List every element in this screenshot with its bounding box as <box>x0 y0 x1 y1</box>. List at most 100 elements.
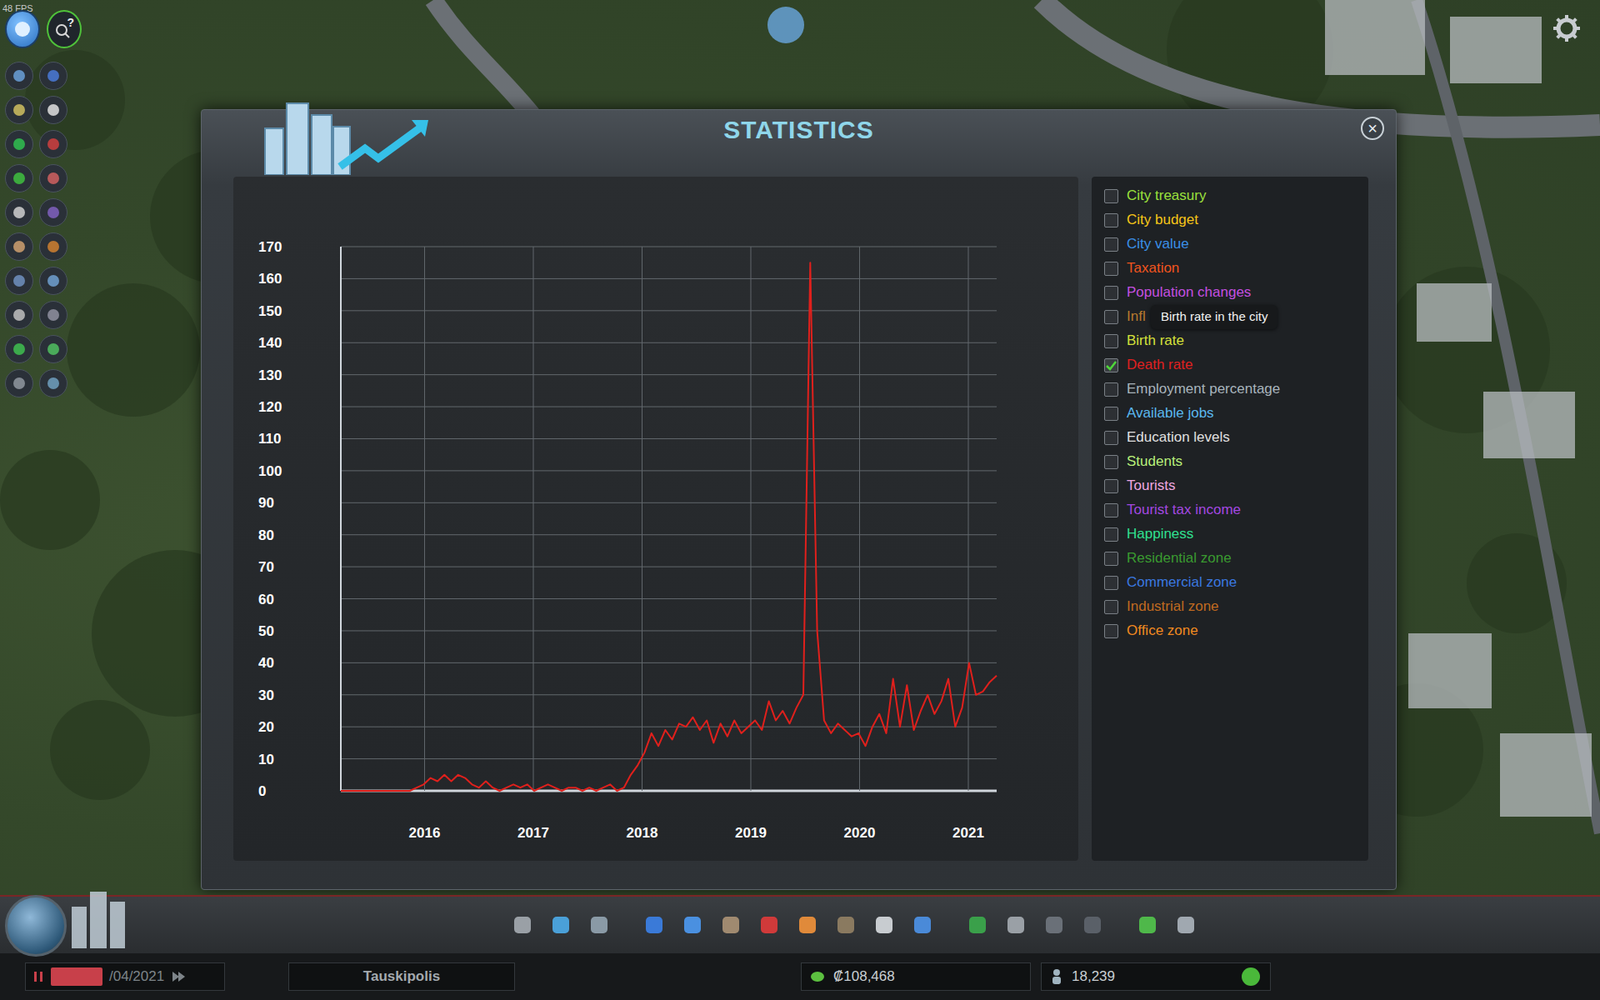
build-button[interactable] <box>756 912 782 938</box>
legend-item[interactable]: Employment percentage <box>1104 377 1362 402</box>
legend-checkbox[interactable] <box>1104 285 1119 300</box>
legend-checkbox[interactable] <box>1104 479 1119 494</box>
legend-checkbox[interactable] <box>1104 406 1119 421</box>
legend-label[interactable]: City value <box>1126 235 1190 253</box>
build-button[interactable] <box>641 912 667 938</box>
build-button[interactable] <box>718 912 744 938</box>
build-button[interactable] <box>910 912 935 938</box>
build-button[interactable] <box>871 912 897 938</box>
build-button[interactable] <box>510 912 535 938</box>
build-button[interactable] <box>1173 912 1199 938</box>
legend-checkbox[interactable] <box>1104 624 1119 639</box>
tool-button[interactable] <box>39 198 68 227</box>
tool-button[interactable] <box>39 130 68 159</box>
legend-label[interactable]: Education levels <box>1126 429 1230 446</box>
tool-button[interactable] <box>5 198 34 227</box>
tool-button[interactable] <box>39 369 68 398</box>
tool-button[interactable] <box>5 300 34 330</box>
legend-item[interactable]: Residential zone <box>1104 546 1362 571</box>
legend-checkbox[interactable] <box>1104 237 1119 252</box>
tool-button[interactable] <box>5 95 34 125</box>
legend-item[interactable]: Education levels <box>1104 425 1362 450</box>
tool-button[interactable] <box>5 61 34 90</box>
legend-checkbox[interactable] <box>1104 261 1119 276</box>
legend-checkbox[interactable] <box>1104 527 1119 542</box>
legend-item[interactable]: Office zone <box>1104 619 1362 644</box>
build-button[interactable] <box>586 912 612 938</box>
city-map[interactable]: 48 FPS?STATISTICS×1701601501401301201101… <box>0 0 1600 895</box>
legend-item[interactable]: Death rate <box>1104 353 1362 378</box>
legend-checkbox[interactable] <box>1104 600 1119 615</box>
chirper-globe-button[interactable] <box>5 895 67 957</box>
legend-checkbox[interactable] <box>1104 382 1119 397</box>
build-button[interactable] <box>1041 912 1067 938</box>
legend-item[interactable]: Available jobs <box>1104 401 1362 426</box>
legend-label[interactable]: Tourists <box>1126 477 1176 495</box>
legend-checkbox[interactable] <box>1104 575 1119 590</box>
legend-label[interactable]: Infl <box>1126 308 1146 325</box>
legend-label[interactable]: Tourist tax income <box>1126 501 1241 519</box>
speed-icon[interactable] <box>170 970 186 984</box>
legend-item[interactable]: Students <box>1104 450 1362 475</box>
legend-label[interactable]: Taxation <box>1126 260 1180 277</box>
tool-button[interactable] <box>5 335 34 364</box>
legend-checkbox[interactable] <box>1104 455 1119 470</box>
tool-button[interactable] <box>39 61 68 90</box>
tool-button[interactable] <box>39 335 68 364</box>
settings-button[interactable] <box>1551 13 1582 44</box>
build-button[interactable] <box>1003 912 1029 938</box>
legend-label[interactable]: Office zone <box>1126 622 1199 640</box>
city-name[interactable]: Tauskipolis <box>288 962 515 991</box>
info-view-button[interactable] <box>5 10 40 49</box>
close-button[interactable]: × <box>1360 116 1385 140</box>
legend-label[interactable]: City treasury <box>1126 187 1206 205</box>
legend-label[interactable]: Happiness <box>1126 525 1194 543</box>
legend-item[interactable]: City budget <box>1104 208 1362 233</box>
legend-item[interactable]: Birth rate <box>1104 329 1362 354</box>
legend-item[interactable]: City value <box>1104 232 1362 257</box>
legend-item[interactable]: Commercial zone <box>1104 570 1362 595</box>
pause-icon[interactable] <box>32 970 45 984</box>
legend-label[interactable]: Residential zone <box>1126 550 1232 567</box>
legend-item[interactable]: Tourist tax income <box>1104 498 1362 523</box>
tool-button[interactable] <box>5 232 34 261</box>
legend-label[interactable]: Commercial zone <box>1126 574 1237 591</box>
tool-button[interactable] <box>39 164 68 193</box>
legend-checkbox[interactable] <box>1104 551 1119 566</box>
build-button[interactable] <box>833 912 859 938</box>
tool-button[interactable] <box>5 266 34 295</box>
legend-checkbox[interactable] <box>1104 358 1119 373</box>
legend-item[interactable]: City treasury <box>1104 184 1362 209</box>
build-button[interactable] <box>680 912 705 938</box>
build-button[interactable] <box>965 912 990 938</box>
legend-checkbox[interactable] <box>1104 334 1119 349</box>
legend-checkbox[interactable] <box>1104 213 1119 228</box>
tool-button[interactable] <box>39 266 68 295</box>
legend-label[interactable]: Students <box>1126 453 1183 470</box>
legend-label[interactable]: Death rate <box>1126 356 1193 374</box>
legend-label[interactable]: Population changes <box>1126 284 1251 301</box>
build-button[interactable] <box>1080 912 1105 938</box>
legend-item[interactable]: Happiness <box>1104 522 1362 547</box>
tool-button[interactable] <box>5 130 34 159</box>
build-button[interactable] <box>1135 912 1160 938</box>
tool-button[interactable] <box>39 300 68 330</box>
legend-label[interactable]: Industrial zone <box>1126 598 1220 615</box>
legend-checkbox[interactable] <box>1104 430 1119 445</box>
legend-label[interactable]: Birth rate <box>1126 332 1185 350</box>
tool-button[interactable] <box>5 164 34 193</box>
tool-button[interactable] <box>5 369 34 398</box>
search-button[interactable]: ? <box>46 10 82 49</box>
legend-label[interactable]: City budget <box>1126 211 1199 229</box>
legend-label[interactable]: Employment percentage <box>1126 380 1280 398</box>
legend-checkbox[interactable] <box>1104 310 1119 325</box>
build-button[interactable] <box>548 912 574 938</box>
legend-item[interactable]: Tourists <box>1104 474 1362 499</box>
legend-item[interactable]: Population changes <box>1104 280 1362 305</box>
legend-item[interactable]: Taxation <box>1104 256 1362 281</box>
legend-checkbox[interactable] <box>1104 189 1119 204</box>
tool-button[interactable] <box>39 95 68 125</box>
legend-checkbox[interactable] <box>1104 503 1119 518</box>
tool-button[interactable] <box>39 232 68 261</box>
legend-item[interactable]: Industrial zone <box>1104 595 1362 620</box>
